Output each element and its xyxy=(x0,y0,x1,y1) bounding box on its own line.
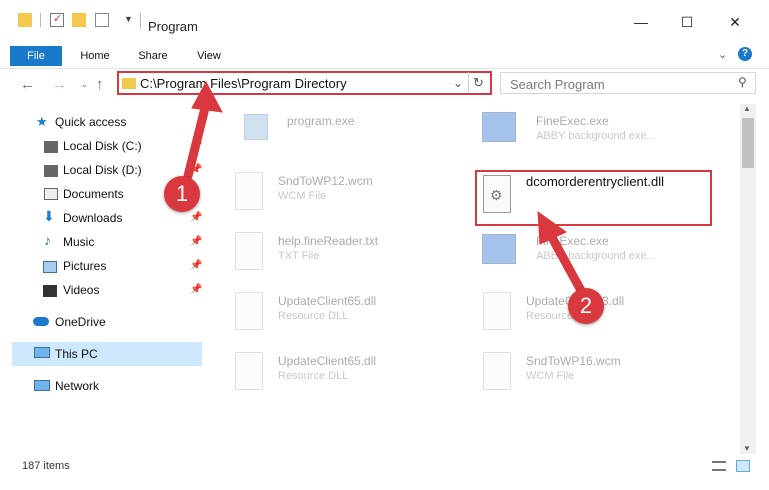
arrow-2-shaft xyxy=(544,227,589,301)
arrow-1-shaft xyxy=(183,99,211,181)
step-2-badge: 2 xyxy=(568,288,604,324)
arrow-1-head xyxy=(191,80,223,113)
step-1-badge: 1 xyxy=(164,176,200,212)
annotation-arrows xyxy=(183,80,589,301)
